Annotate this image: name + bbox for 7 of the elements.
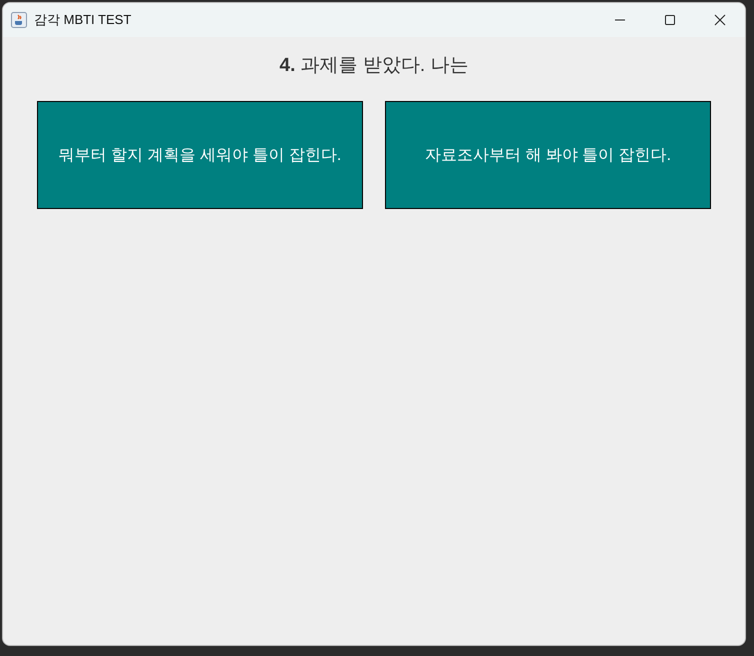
answer-button[interactable]: 자료조사부터 해 봐야 틀이 잡힌다.	[385, 101, 711, 209]
question-text: 4. 과제를 받았다. 나는	[280, 54, 468, 78]
close-icon	[714, 14, 726, 26]
window-title: 감각 MBTI TEST	[34, 11, 132, 29]
answer-button[interactable]: 뭐부터 할지 계획을 세워야 틀이 잡힌다.	[37, 101, 363, 209]
maximize-icon	[664, 14, 676, 26]
coffee-cup-icon	[11, 12, 27, 28]
